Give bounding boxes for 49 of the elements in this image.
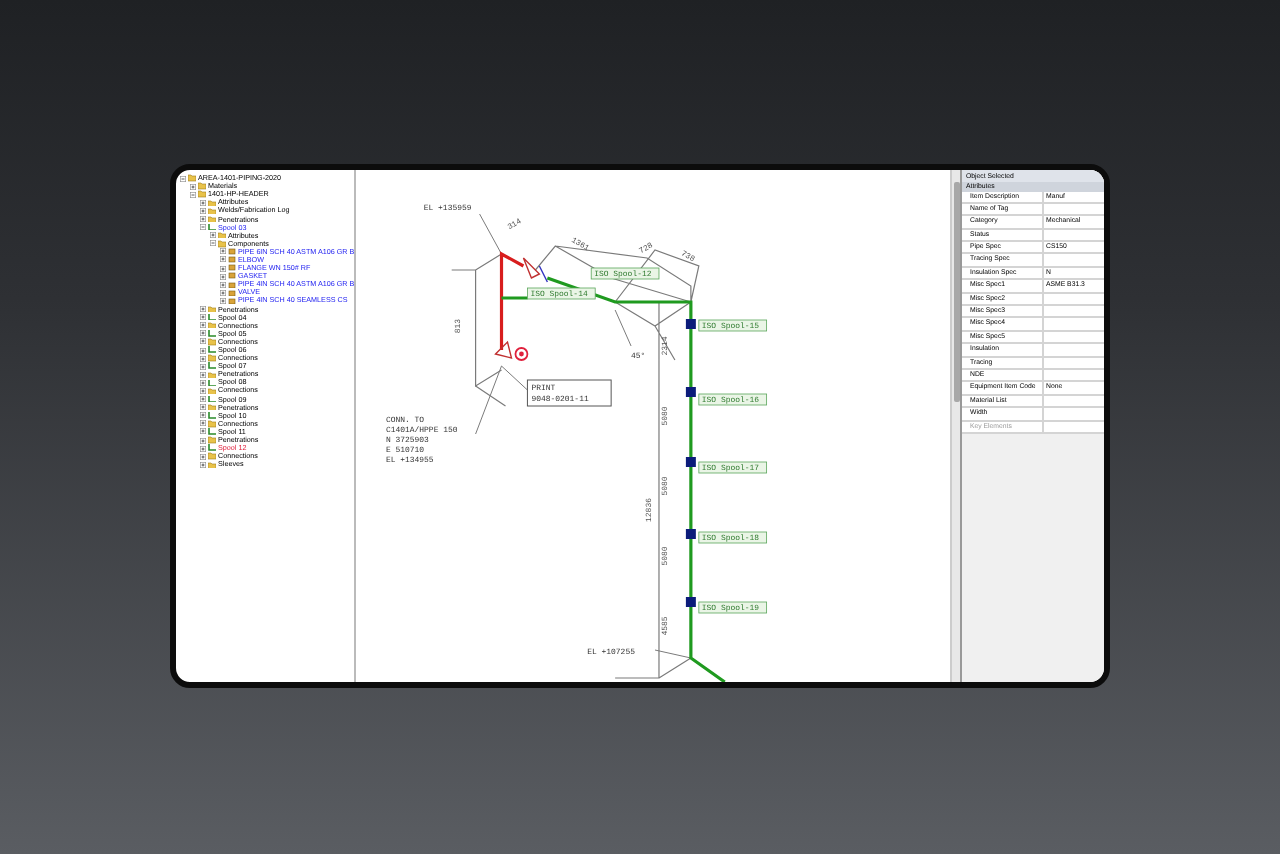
- expand-icon[interactable]: [200, 396, 206, 403]
- expand-icon[interactable]: [200, 314, 206, 321]
- pipe-icon: [208, 313, 216, 321]
- expand-icon[interactable]: [200, 216, 206, 223]
- expand-icon[interactable]: [220, 281, 226, 288]
- collapse-icon[interactable]: [180, 175, 186, 182]
- expand-icon[interactable]: [200, 404, 206, 411]
- expand-icon[interactable]: [200, 371, 206, 378]
- expand-icon[interactable]: [200, 199, 206, 206]
- expand-icon[interactable]: [200, 387, 206, 394]
- support-icon: [685, 529, 696, 539]
- expand-icon[interactable]: [200, 363, 206, 370]
- expand-icon[interactable]: [200, 428, 206, 435]
- expand-icon[interactable]: [200, 322, 206, 329]
- expand-icon[interactable]: [220, 297, 226, 304]
- expand-icon[interactable]: [190, 183, 196, 190]
- pipe-segment: [499, 251, 525, 350]
- scroll-thumb[interactable]: [953, 182, 959, 402]
- expand-icon[interactable]: [200, 445, 206, 452]
- pipe-icon: [208, 223, 216, 231]
- expand-icon[interactable]: [220, 265, 226, 272]
- expand-icon[interactable]: [200, 461, 206, 468]
- expand-icon[interactable]: [200, 420, 206, 427]
- expand-icon[interactable]: [220, 289, 226, 296]
- reducer-icon: [522, 257, 541, 279]
- expand-icon[interactable]: [210, 232, 216, 239]
- support-icon: [685, 319, 696, 329]
- expand-icon[interactable]: [200, 207, 206, 214]
- support-icon: [685, 457, 696, 467]
- expand-icon[interactable]: [220, 256, 226, 263]
- expand-icon[interactable]: [220, 248, 226, 255]
- support-icon: [685, 387, 696, 397]
- expand-icon[interactable]: [200, 347, 206, 354]
- expand-icon[interactable]: [200, 437, 206, 444]
- expand-icon[interactable]: [200, 306, 206, 313]
- expand-icon[interactable]: [200, 453, 206, 460]
- collapse-icon[interactable]: [210, 240, 216, 247]
- support-icon: [685, 597, 696, 607]
- expand-icon[interactable]: [200, 330, 206, 337]
- flange-icon: [538, 265, 549, 283]
- collapse-icon[interactable]: [200, 224, 206, 231]
- expand-icon[interactable]: [200, 379, 206, 386]
- valve-icon: [514, 347, 529, 361]
- expand-icon[interactable]: [220, 273, 226, 280]
- expand-icon[interactable]: [200, 412, 206, 419]
- reducer-icon: [494, 340, 513, 359]
- expand-icon[interactable]: [200, 338, 206, 345]
- collapse-icon[interactable]: [190, 191, 196, 198]
- expand-icon[interactable]: [200, 355, 206, 362]
